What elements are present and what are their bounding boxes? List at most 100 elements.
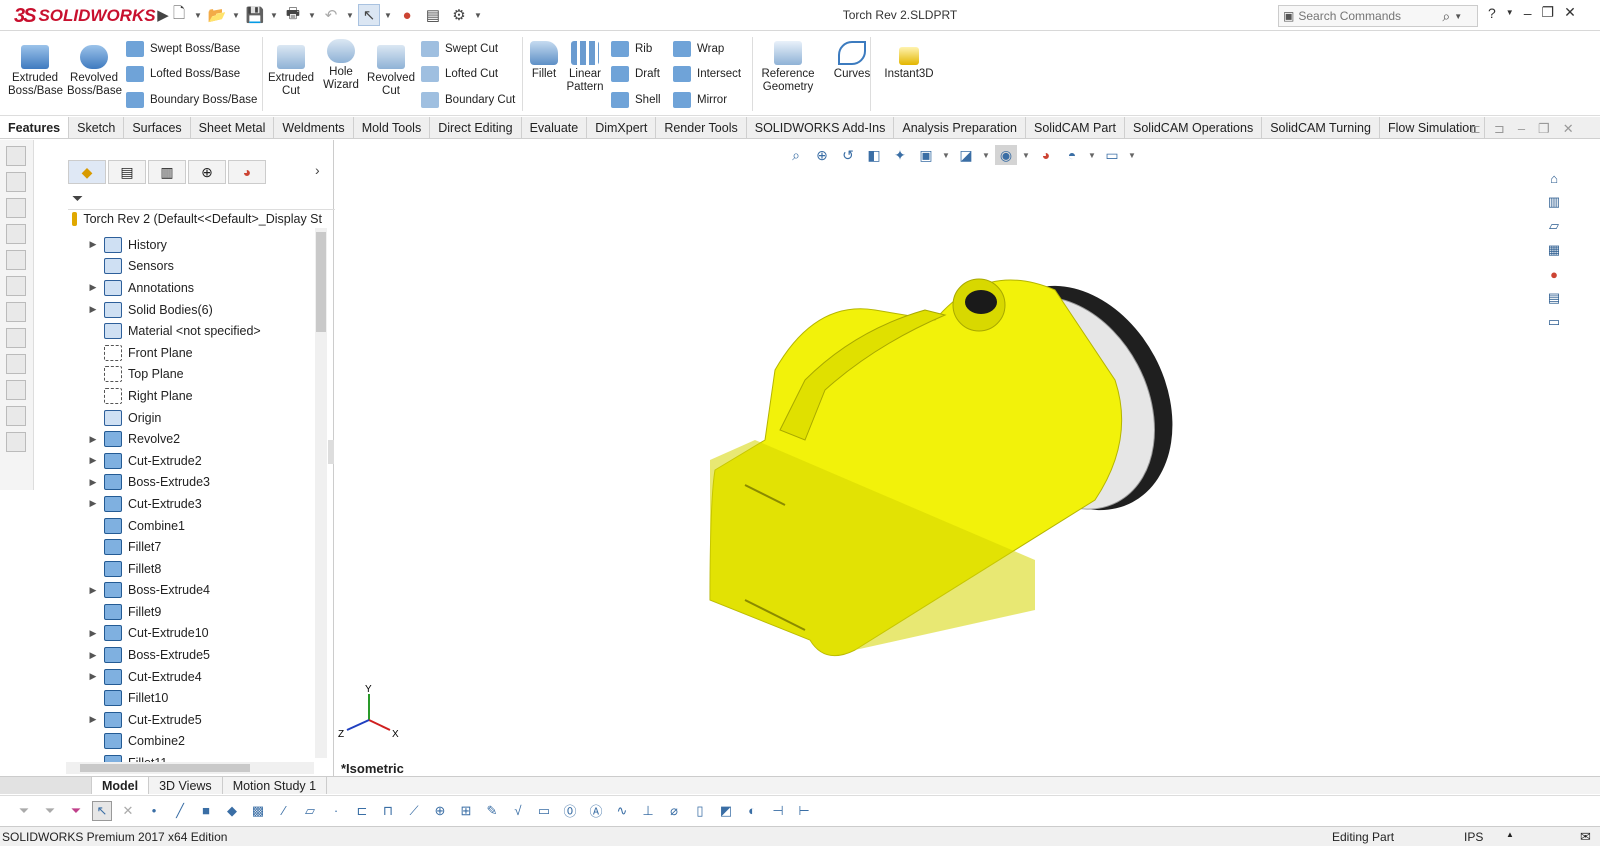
- chevron-down-icon[interactable]: ▼: [1127, 145, 1137, 165]
- tab-mold-tools[interactable]: Mold Tools: [354, 117, 431, 138]
- lofted-boss-button[interactable]: Lofted Boss/Base: [126, 63, 240, 85]
- file-properties-icon[interactable]: ▤: [422, 4, 444, 26]
- select-pointer-icon[interactable]: ↖: [358, 4, 380, 26]
- expand-arrow-icon[interactable]: ▶: [82, 282, 104, 293]
- view-orientation-icon[interactable]: ▣: [915, 145, 937, 165]
- tab-surfaces[interactable]: Surfaces: [124, 117, 191, 138]
- boundary-cut-button[interactable]: Boundary Cut: [421, 89, 515, 111]
- filter-edges-icon[interactable]: ╱: [170, 801, 190, 821]
- extruded-boss-button[interactable]: Extruded Boss/Base: [8, 45, 63, 98]
- tree-item[interactable]: ▶ Cut-Extrude10: [68, 623, 348, 645]
- tree-root-part[interactable]: Torch Rev 2 (Default<<Default>_Display S…: [72, 212, 322, 226]
- filter-icon[interactable]: ✕: [118, 801, 138, 821]
- chevron-down-icon[interactable]: ▼: [384, 11, 392, 20]
- help-icon[interactable]: ?: [1488, 5, 1496, 21]
- reference-geometry-button[interactable]: Reference Geometry: [756, 41, 820, 94]
- chevron-down-icon[interactable]: ▼: [1506, 8, 1514, 17]
- filter-sketch-segments-icon[interactable]: ⊏: [352, 801, 372, 821]
- expand-arrow-icon[interactable]: ▶: [82, 434, 104, 445]
- intersect-button[interactable]: Intersect: [673, 63, 741, 85]
- chevron-down-icon[interactable]: ▼: [270, 11, 278, 20]
- expand-arrow-icon[interactable]: ▶: [82, 455, 104, 466]
- wrap-button[interactable]: Wrap: [673, 38, 724, 60]
- minimize-icon[interactable]: –: [1518, 121, 1525, 137]
- tree-item[interactable]: Right Plane: [68, 385, 348, 407]
- expand-arrow-icon[interactable]: ▶: [82, 239, 104, 250]
- hole-wizard-button[interactable]: Hole Wizard: [314, 39, 368, 92]
- chevron-down-icon[interactable]: ▼: [1454, 12, 1462, 21]
- rebuild-icon[interactable]: ●: [396, 4, 418, 26]
- search-commands[interactable]: ▣ ⌕ ▼: [1278, 5, 1478, 27]
- filter-vertices-icon[interactable]: •: [144, 801, 164, 821]
- close-icon[interactable]: ✕: [1563, 121, 1574, 137]
- design-library-icon[interactable]: ▥: [1543, 192, 1565, 212]
- expand-arrow-icon[interactable]: ▶: [82, 304, 104, 315]
- tab-solidcam-turning[interactable]: SolidCAM Turning: [1262, 117, 1380, 138]
- zoom-to-fit-icon[interactable]: ⌕: [785, 145, 807, 165]
- dimxpert-tab-icon[interactable]: ⊕: [188, 160, 226, 184]
- custom-properties-icon[interactable]: ▤: [1543, 288, 1565, 308]
- filter-sketch-points-icon[interactable]: ⊓: [378, 801, 398, 821]
- sketch-tool-icon[interactable]: [6, 380, 26, 400]
- configuration-manager-tab-icon[interactable]: ▥: [148, 160, 186, 184]
- filter-balloons-icon[interactable]: ⓪: [560, 801, 580, 821]
- sketch-tool-icon[interactable]: [6, 250, 26, 270]
- chevron-down-icon[interactable]: ▼: [346, 11, 354, 20]
- linear-pattern-button[interactable]: Linear Pattern: [558, 41, 612, 94]
- tree-item[interactable]: Fillet9: [68, 601, 348, 623]
- solidworks-logo[interactable]: 3S SOLIDWORKS: [10, 2, 156, 30]
- view-settings-icon[interactable]: ▭: [1101, 145, 1123, 165]
- new-document-icon[interactable]: 🗋: [168, 4, 190, 26]
- dynamic-annotation-icon[interactable]: ✦: [889, 145, 911, 165]
- chevron-down-icon[interactable]: ▼: [194, 11, 202, 20]
- filter-icon[interactable]: ⏷: [40, 801, 60, 821]
- search-icon[interactable]: ⌕: [1442, 8, 1450, 25]
- filter-centermarks-icon[interactable]: ⊕: [430, 801, 450, 821]
- filter-dowel-icon[interactable]: ⊥: [638, 801, 658, 821]
- filter-hole-callout-icon[interactable]: ⌀: [664, 801, 684, 821]
- tree-item[interactable]: ▶ Cut-Extrude2: [68, 450, 348, 472]
- chevron-down-icon[interactable]: ▼: [941, 145, 951, 165]
- tree-item[interactable]: ▶ Boss-Extrude3: [68, 472, 348, 494]
- expand-arrow-icon[interactable]: ▶: [82, 671, 104, 682]
- filter-mates-icon[interactable]: ◩: [716, 801, 736, 821]
- print-icon[interactable]: 🖶: [282, 4, 304, 26]
- filter-routing-icon[interactable]: ◐: [742, 801, 762, 821]
- chevron-down-icon[interactable]: ▼: [232, 11, 240, 20]
- chevron-right-icon[interactable]: ›: [315, 162, 320, 178]
- tree-item[interactable]: ▶ Solid Bodies(6): [68, 299, 348, 321]
- tree-item[interactable]: ▶ Annotations: [68, 277, 348, 299]
- bottom-tab-model[interactable]: Model: [92, 777, 150, 794]
- tree-item[interactable]: ▶ Boss-Extrude5: [68, 644, 348, 666]
- previous-view-icon[interactable]: ↺: [837, 145, 859, 165]
- revolved-boss-button[interactable]: Revolved Boss/Base: [67, 45, 122, 98]
- instant3d-button[interactable]: Instant3D: [878, 47, 940, 81]
- chevron-down-icon[interactable]: ▼: [1087, 145, 1097, 165]
- tree-item[interactable]: Fillet8: [68, 558, 348, 580]
- tab-sketch[interactable]: Sketch: [69, 117, 125, 138]
- expand-arrow-icon[interactable]: ▶: [82, 650, 104, 661]
- tree-item[interactable]: Combine1: [68, 515, 348, 537]
- tree-item[interactable]: Material <not specified>: [68, 320, 348, 342]
- open-folder-icon[interactable]: 📂: [206, 4, 228, 26]
- display-style-icon[interactable]: ◪: [955, 145, 977, 165]
- tree-scroll-thumb[interactable]: [316, 232, 326, 332]
- sketch-tool-icon[interactable]: [6, 172, 26, 192]
- tile-right-icon[interactable]: ⊐: [1494, 121, 1505, 137]
- apply-scene-icon[interactable]: ◓: [1061, 145, 1083, 165]
- chevron-down-icon[interactable]: ▼: [308, 11, 316, 20]
- tree-item[interactable]: Sensors: [68, 256, 348, 278]
- select-pointer-icon[interactable]: ↖: [92, 800, 112, 821]
- mirror-button[interactable]: Mirror: [673, 89, 727, 111]
- undo-icon[interactable]: ↶: [320, 4, 342, 26]
- shell-button[interactable]: Shell: [611, 89, 661, 111]
- filter-points-icon[interactable]: ·: [326, 801, 346, 821]
- torch-model[interactable]: Y X Z: [335, 140, 1540, 776]
- file-explorer-icon[interactable]: ▱: [1543, 216, 1565, 236]
- restore-icon[interactable]: ❐: [1542, 4, 1555, 21]
- tab-analysis-preparation[interactable]: Analysis Preparation: [894, 117, 1027, 138]
- tab-sheet-metal[interactable]: Sheet Metal: [191, 117, 275, 138]
- swept-boss-button[interactable]: Swept Boss/Base: [126, 38, 240, 60]
- chevron-up-icon[interactable]: ▲: [1506, 830, 1514, 839]
- tree-item[interactable]: Fillet7: [68, 536, 348, 558]
